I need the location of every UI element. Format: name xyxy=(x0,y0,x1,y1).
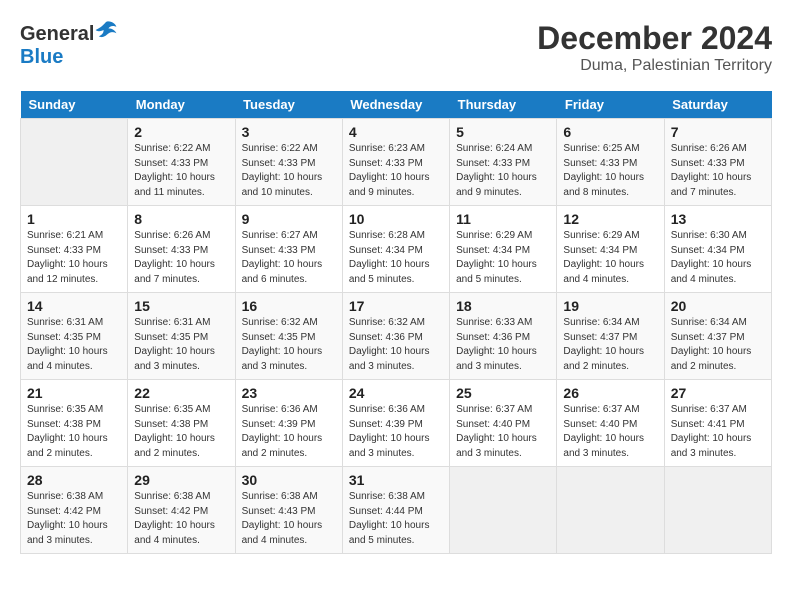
header: General Blue December 2024 Duma, Palesti… xyxy=(20,20,772,75)
header-thursday: Thursday xyxy=(450,91,557,119)
location: Duma, Palestinian Territory xyxy=(537,57,772,75)
table-row: 2Sunrise: 6:22 AMSunset: 4:33 PMDaylight… xyxy=(21,119,772,206)
logo-blue: Blue xyxy=(20,46,63,68)
table-row: 12Sunrise: 6:29 AMSunset: 4:34 PMDayligh… xyxy=(557,206,664,293)
table-row: 27Sunrise: 6:37 AMSunset: 4:41 PMDayligh… xyxy=(664,380,771,467)
header-monday: Monday xyxy=(128,91,235,119)
table-row: 10Sunrise: 6:28 AMSunset: 4:34 PMDayligh… xyxy=(342,206,449,293)
table-row: 6Sunrise: 6:25 AMSunset: 4:33 PMDaylight… xyxy=(557,119,664,206)
table-row: 24Sunrise: 6:36 AMSunset: 4:39 PMDayligh… xyxy=(342,380,449,467)
table-row: 16Sunrise: 6:32 AMSunset: 4:35 PMDayligh… xyxy=(235,293,342,380)
logo-bird-icon xyxy=(94,20,118,40)
header-wednesday: Wednesday xyxy=(342,91,449,119)
table-row: 8Sunrise: 6:26 AMSunset: 4:33 PMDaylight… xyxy=(128,206,235,293)
table-row: 29Sunrise: 6:38 AMSunset: 4:42 PMDayligh… xyxy=(128,467,235,554)
empty-cell xyxy=(664,467,771,554)
logo: General Blue xyxy=(20,20,118,69)
table-row: 20Sunrise: 6:34 AMSunset: 4:37 PMDayligh… xyxy=(664,293,771,380)
calendar-header: Sunday Monday Tuesday Wednesday Thursday… xyxy=(21,91,772,119)
table-row: 31Sunrise: 6:38 AMSunset: 4:44 PMDayligh… xyxy=(342,467,449,554)
title-area: December 2024 Duma, Palestinian Territor… xyxy=(537,20,772,75)
header-sunday: Sunday xyxy=(21,91,128,119)
header-tuesday: Tuesday xyxy=(235,91,342,119)
table-row: 21Sunrise: 6:35 AMSunset: 4:38 PMDayligh… xyxy=(21,380,128,467)
table-row: 9Sunrise: 6:27 AMSunset: 4:33 PMDaylight… xyxy=(235,206,342,293)
empty-cell xyxy=(557,467,664,554)
table-row: 18Sunrise: 6:33 AMSunset: 4:36 PMDayligh… xyxy=(450,293,557,380)
table-row: 5Sunrise: 6:24 AMSunset: 4:33 PMDaylight… xyxy=(450,119,557,206)
table-row: 21Sunrise: 6:35 AMSunset: 4:38 PMDayligh… xyxy=(21,380,772,467)
table-row: 7Sunrise: 6:26 AMSunset: 4:33 PMDaylight… xyxy=(664,119,771,206)
table-row: 19Sunrise: 6:34 AMSunset: 4:37 PMDayligh… xyxy=(557,293,664,380)
header-saturday: Saturday xyxy=(664,91,771,119)
calendar-table: Sunday Monday Tuesday Wednesday Thursday… xyxy=(20,91,772,554)
table-row: 13Sunrise: 6:30 AMSunset: 4:34 PMDayligh… xyxy=(664,206,771,293)
table-row: 28Sunrise: 6:38 AMSunset: 4:42 PMDayligh… xyxy=(21,467,128,554)
table-row: 23Sunrise: 6:36 AMSunset: 4:39 PMDayligh… xyxy=(235,380,342,467)
calendar-body: 2Sunrise: 6:22 AMSunset: 4:33 PMDaylight… xyxy=(21,119,772,554)
table-row: 15Sunrise: 6:31 AMSunset: 4:35 PMDayligh… xyxy=(128,293,235,380)
table-row: 30Sunrise: 6:38 AMSunset: 4:43 PMDayligh… xyxy=(235,467,342,554)
month-year: December 2024 xyxy=(537,20,772,57)
table-row: 1Sunrise: 6:21 AMSunset: 4:33 PMDaylight… xyxy=(21,206,772,293)
header-row: Sunday Monday Tuesday Wednesday Thursday… xyxy=(21,91,772,119)
empty-cell xyxy=(450,467,557,554)
header-friday: Friday xyxy=(557,91,664,119)
logo-general: General xyxy=(20,23,94,45)
logo-text: General Blue xyxy=(20,20,118,69)
table-row: 17Sunrise: 6:32 AMSunset: 4:36 PMDayligh… xyxy=(342,293,449,380)
empty-cell xyxy=(21,119,128,206)
table-row: 14Sunrise: 6:31 AMSunset: 4:35 PMDayligh… xyxy=(21,293,772,380)
table-row: 1Sunrise: 6:21 AMSunset: 4:33 PMDaylight… xyxy=(21,206,128,293)
table-row: 11Sunrise: 6:29 AMSunset: 4:34 PMDayligh… xyxy=(450,206,557,293)
table-row: 28Sunrise: 6:38 AMSunset: 4:42 PMDayligh… xyxy=(21,467,772,554)
table-row: 22Sunrise: 6:35 AMSunset: 4:38 PMDayligh… xyxy=(128,380,235,467)
table-row: 25Sunrise: 6:37 AMSunset: 4:40 PMDayligh… xyxy=(450,380,557,467)
table-row: 4Sunrise: 6:23 AMSunset: 4:33 PMDaylight… xyxy=(342,119,449,206)
table-row: 14Sunrise: 6:31 AMSunset: 4:35 PMDayligh… xyxy=(21,293,128,380)
table-row: 3Sunrise: 6:22 AMSunset: 4:33 PMDaylight… xyxy=(235,119,342,206)
table-row: 26Sunrise: 6:37 AMSunset: 4:40 PMDayligh… xyxy=(557,380,664,467)
table-row: 2Sunrise: 6:22 AMSunset: 4:33 PMDaylight… xyxy=(128,119,235,206)
